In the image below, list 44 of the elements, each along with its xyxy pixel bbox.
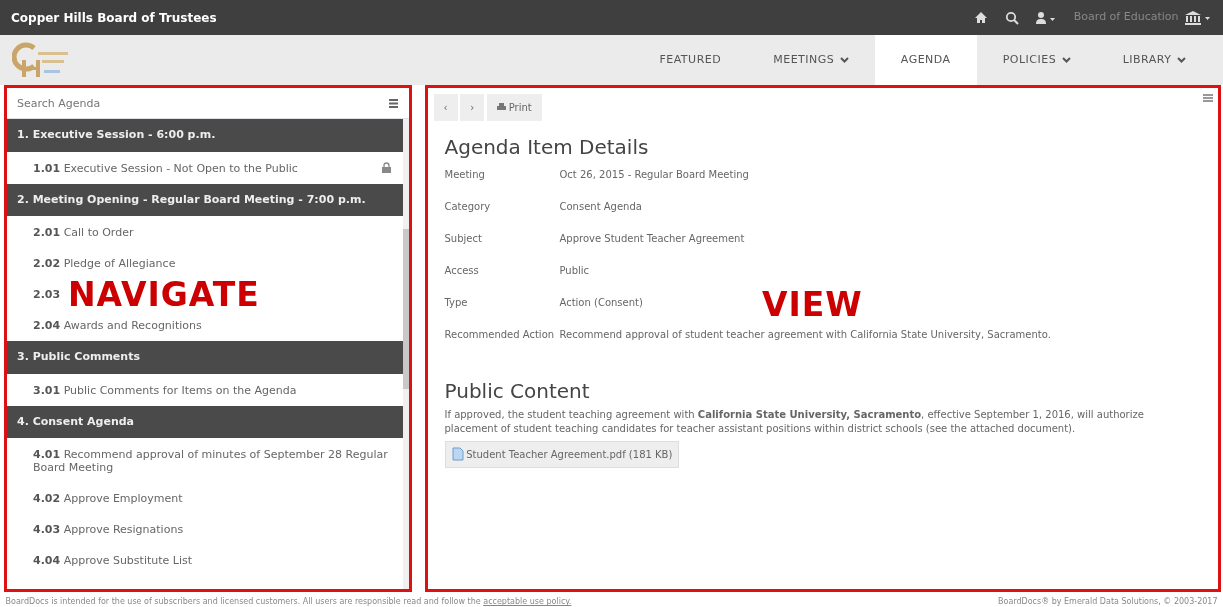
printer-icon xyxy=(497,103,506,111)
search-icon[interactable] xyxy=(1004,10,1019,25)
building-dropdown-icon[interactable] xyxy=(1184,9,1212,26)
content-paragraph: If approved, the student teaching agreement with California State University, Sacramento, effective September 1, 2016, will authorize placement of student teaching candidates for teacher assistant positions within district schools (see the attached document). xyxy=(444,408,1145,436)
field-label: Subject xyxy=(444,232,483,246)
nav-tab[interactable]: FEATURED xyxy=(633,35,748,85)
next-button[interactable]: › xyxy=(460,93,485,121)
field-label: Meeting xyxy=(444,168,486,182)
field-label: Recommended Action xyxy=(444,328,556,342)
section-header[interactable]: 1. Executive Session - 6:00 p.m. xyxy=(7,119,404,153)
annotation-label: VIEW xyxy=(762,290,863,320)
nav-tab[interactable]: AGENDA xyxy=(874,35,977,85)
annotation-label: NAVIGATE xyxy=(68,280,260,310)
field-label: Category xyxy=(444,200,492,214)
detail-heading: Agenda Item Details xyxy=(444,133,650,161)
agenda-item[interactable]: 2.03 xyxy=(33,288,61,301)
user-dropdown-icon[interactable] xyxy=(1035,10,1058,25)
home-icon[interactable] xyxy=(974,11,989,24)
previous-button[interactable]: ‹ xyxy=(433,93,458,121)
field-value: Recommend approval of student teacher agreement with California State University, Sacramento. xyxy=(559,328,1051,342)
nav-tab[interactable]: LIBRARY xyxy=(1096,35,1212,85)
field-value: Oct 26, 2015 - Regular Board Meeting xyxy=(559,168,749,182)
field-label: Access xyxy=(444,264,480,278)
field-value: Consent Agenda xyxy=(559,200,642,214)
section-header[interactable]: 2. Meeting Opening - Regular Board Meeting - 7:00 p.m. xyxy=(7,183,404,217)
field-value: Action (Consent) xyxy=(559,296,643,310)
copyright: BoardDocs® by Emerald Data Solutions, © 2003-2017 xyxy=(998,596,1218,607)
field-label: Type xyxy=(444,296,469,310)
site-title: Copper Hills Board of Trustees xyxy=(11,9,217,27)
nav-tab[interactable]: POLICIES xyxy=(976,35,1097,85)
print-button[interactable]: Print xyxy=(487,93,542,121)
section-header[interactable]: 4. Consent Agenda xyxy=(7,405,404,439)
footer-notice: BoardDocs is intended for the use of subscribers and licensed customers. All users are responsible read and follow the acceptable use policy. xyxy=(5,596,572,607)
menu-icon[interactable] xyxy=(1202,93,1213,102)
nav-tab[interactable]: MEETINGS xyxy=(747,35,875,85)
scrollbar[interactable] xyxy=(403,119,409,589)
document-icon xyxy=(451,447,464,462)
field-value: Approve Student Teacher Agreement xyxy=(559,232,745,246)
list-icon[interactable] xyxy=(389,98,398,108)
section-heading: Public Content xyxy=(444,377,591,405)
policy-link[interactable]: acceptable use policy. xyxy=(483,597,572,607)
field-value: Public xyxy=(559,264,590,278)
attachment-link[interactable]: Student Teacher Agreement.pdf (181 KB) xyxy=(444,440,680,468)
section-header[interactable]: 3. Public Comments xyxy=(7,341,404,375)
